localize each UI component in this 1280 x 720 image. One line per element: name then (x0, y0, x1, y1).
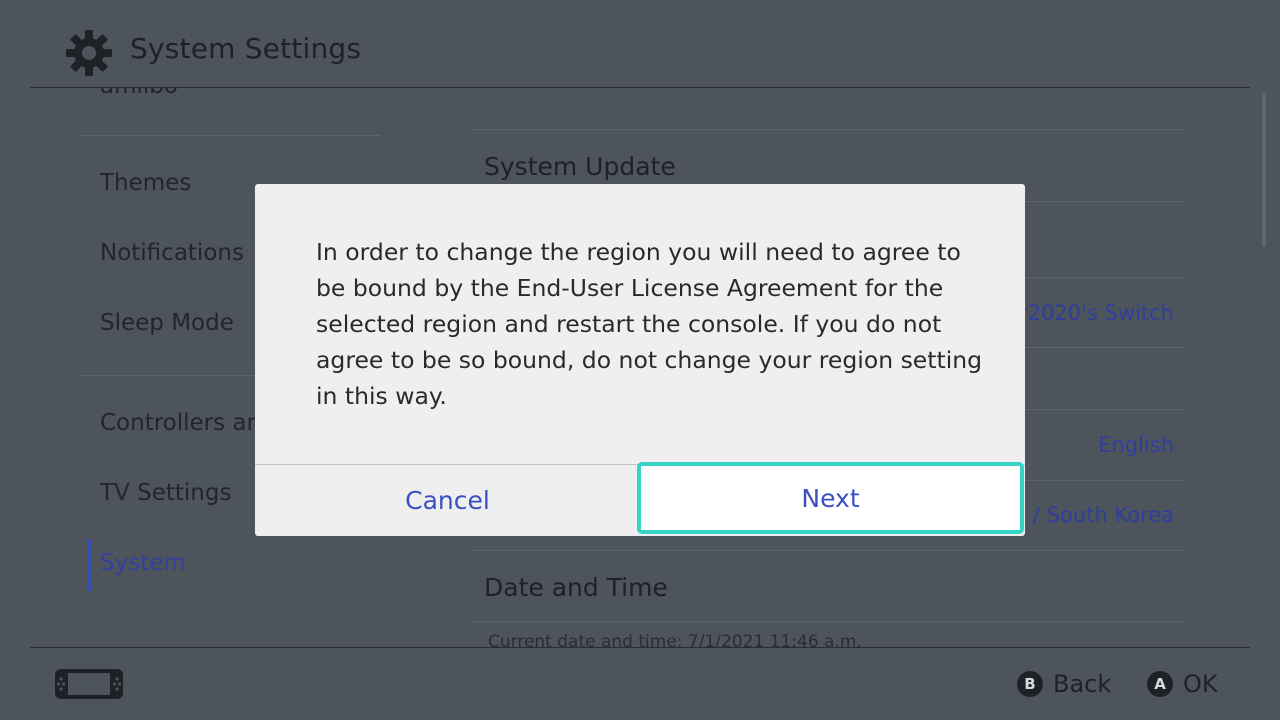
sidebar-item-sleep-mode[interactable]: Sleep Mode (100, 310, 234, 336)
language-value[interactable]: English (1098, 433, 1174, 457)
ok-label: OK (1183, 670, 1218, 698)
current-date-time: Current date and time: 7/1/2021 11:46 a.… (488, 632, 862, 647)
back-label: Back (1053, 670, 1112, 698)
sidebar-item-tv-settings[interactable]: TV Settings (100, 480, 231, 506)
row-system-update[interactable]: System Update (484, 152, 676, 181)
b-button-icon: B (1017, 671, 1043, 697)
a-button-icon: A (1147, 671, 1173, 697)
row-divider (470, 129, 1186, 130)
dialog-message: In order to change the region you will n… (316, 238, 983, 410)
sidebar-item-themes[interactable]: Themes (100, 170, 191, 196)
sidebar-item-notifications[interactable]: Notifications (100, 240, 244, 266)
back-hint[interactable]: B Back (1017, 670, 1111, 698)
active-indicator (88, 539, 92, 591)
sidebar-item-system[interactable]: System (100, 550, 186, 576)
sidebar-item-amiibo[interactable]: amiibo (100, 88, 178, 99)
cancel-button[interactable]: Cancel (255, 465, 640, 536)
gear-icon (66, 30, 112, 76)
row-divider (470, 621, 1186, 622)
sidebar-divider (80, 135, 380, 136)
console-icon (55, 669, 123, 699)
row-date-time[interactable]: Date and Time (484, 573, 668, 602)
page-title: System Settings (130, 32, 362, 65)
row-divider (470, 550, 1186, 551)
scrollbar[interactable] (1262, 92, 1266, 247)
next-button[interactable]: Next (637, 462, 1024, 534)
footer-divider (30, 647, 1250, 648)
ok-hint[interactable]: A OK (1147, 670, 1218, 698)
header: System Settings (0, 0, 1280, 88)
